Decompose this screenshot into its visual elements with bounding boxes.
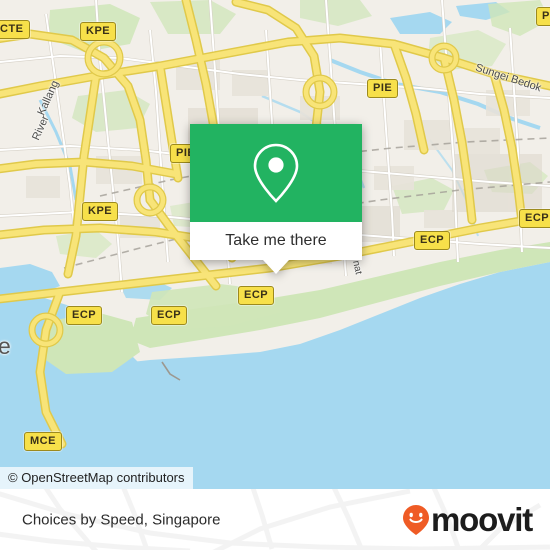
map-pin-icon: [253, 143, 299, 203]
moovit-map-screenshot: CTE KPE PIE PIE KPE ECP ECP ECP ECP ECP …: [0, 0, 550, 550]
moovit-smiley-pin-icon: [403, 504, 430, 535]
popup-card-header: [190, 124, 362, 222]
map-label-city-partial: e: [0, 333, 11, 359]
road-shield-ecp-east: ECP: [414, 231, 451, 250]
road-shield-mce: MCE: [24, 432, 62, 451]
footer-bar: Choices by Speed, Singapore moovit: [0, 489, 550, 550]
road-shield-ecp-center: ECP: [238, 286, 275, 305]
road-shield-kpe-north: KPE: [80, 22, 117, 41]
road-shield-ecp-west: ECP: [66, 306, 103, 325]
road-shield-pie-east: PIE: [367, 79, 399, 98]
take-me-there-button[interactable]: Take me there: [190, 222, 362, 260]
road-shield-kpe-mid: KPE: [82, 202, 119, 221]
take-me-there-label: Take me there: [225, 232, 327, 249]
popup-card-tail: [263, 260, 289, 274]
road-shield-ecp-far-east: ECP: [519, 209, 550, 228]
moovit-logo[interactable]: moovit: [403, 500, 533, 538]
road-shield-pie-corner: PIE: [536, 7, 550, 26]
road-shield-ecp-mid-west: ECP: [151, 306, 188, 325]
place-name: Choices by Speed, Singapore: [22, 511, 221, 528]
moovit-wordmark: moovit: [431, 500, 533, 538]
destination-popup-card[interactable]: Take me there: [190, 124, 362, 274]
road-shield-cte: CTE: [0, 20, 30, 39]
osm-attribution[interactable]: © OpenStreetMap contributors: [0, 467, 193, 489]
